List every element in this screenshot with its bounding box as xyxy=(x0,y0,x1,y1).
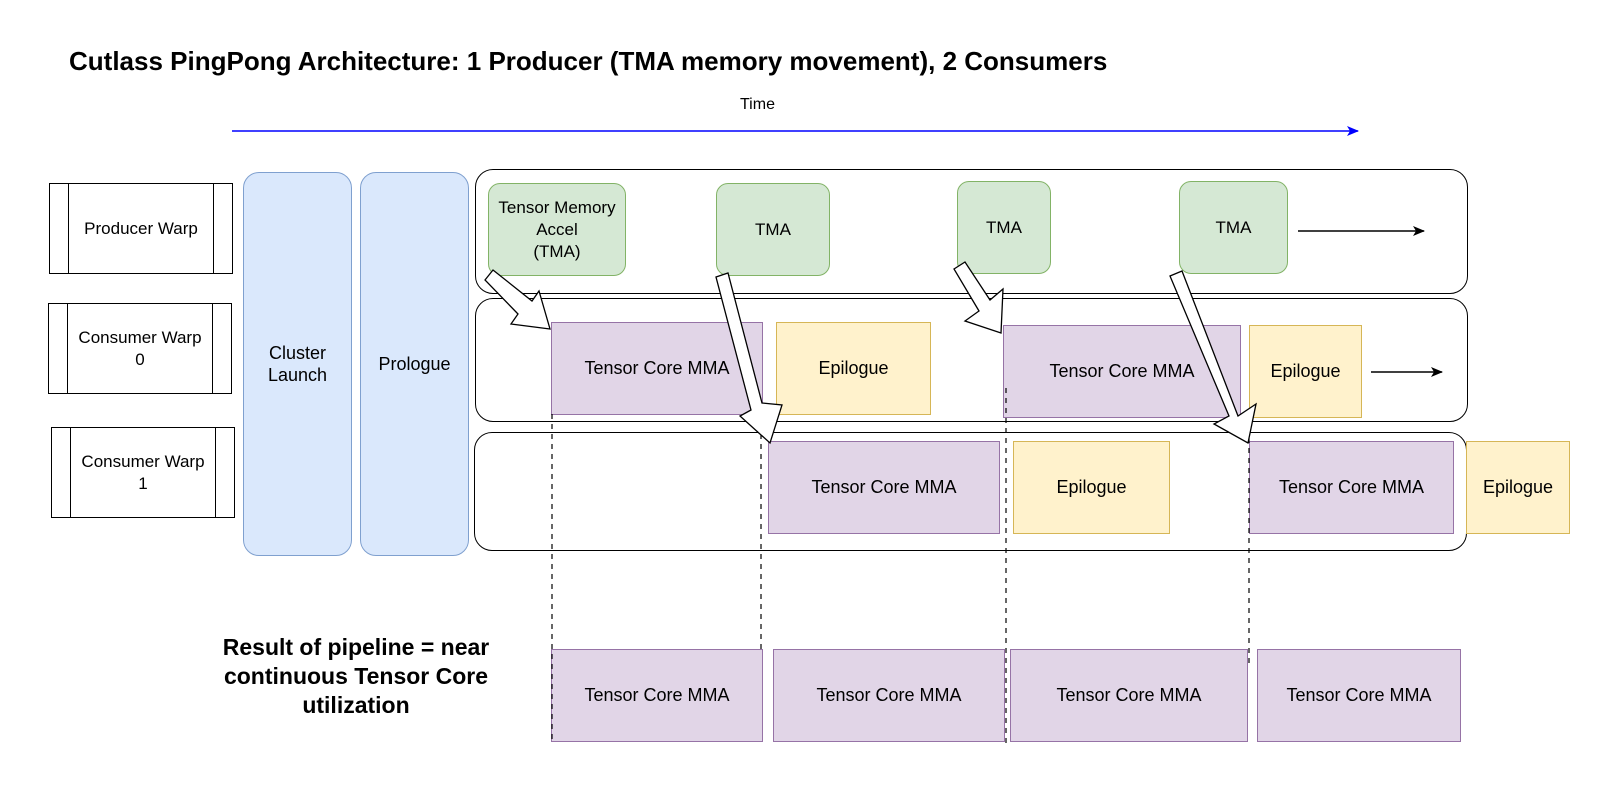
mma-block-label: Tensor Core MMA xyxy=(1049,361,1195,381)
consumer-warp-0-label: Consumer Warp 0 xyxy=(48,303,232,394)
result-mma-block: Tensor Core MMA xyxy=(773,649,1005,742)
diagram-title: Cutlass PingPong Architecture: 1 Produce… xyxy=(69,46,1108,76)
producer-warp-text: Producer Warp xyxy=(84,218,198,238)
tma-block: TMA xyxy=(716,183,830,276)
epilogue-block-label: Epilogue xyxy=(1056,477,1127,497)
prologue-phase: Prologue xyxy=(360,172,469,556)
mma-block-label: Tensor Core MMA xyxy=(816,685,962,705)
epilogue-block-label: Epilogue xyxy=(1482,477,1554,497)
tma-block-label: TMA xyxy=(1215,217,1252,237)
result-mma-block: Tensor Core MMA xyxy=(551,649,763,742)
mma-block-label: Tensor Core MMA xyxy=(584,358,730,378)
tma-block: Tensor Memory Accel (TMA) xyxy=(488,183,626,276)
mma-block: Tensor Core MMA xyxy=(1003,325,1241,418)
result-mma-block: Tensor Core MMA xyxy=(1257,649,1461,742)
epilogue-block: Epilogue xyxy=(776,322,931,415)
epilogue-block: Epilogue xyxy=(1466,441,1570,534)
cluster-launch-phase: Cluster Launch xyxy=(243,172,352,556)
epilogue-block: Epilogue xyxy=(1249,325,1362,418)
tma-block-label: Tensor Memory Accel (TMA) xyxy=(498,197,616,261)
producer-warp-label: Producer Warp xyxy=(49,183,233,274)
result-mma-block: Tensor Core MMA xyxy=(1010,649,1248,742)
result-caption: Result of pipeline = near continuous Ten… xyxy=(222,634,490,718)
mma-block-label: Tensor Core MMA xyxy=(1056,685,1202,705)
mma-block-label: Tensor Core MMA xyxy=(1286,685,1432,705)
cluster-launch-text: Cluster Launch xyxy=(267,343,328,385)
consumer-warp-0-text: Consumer Warp 0 xyxy=(78,327,202,369)
tma-block: TMA xyxy=(957,181,1051,274)
mma-block: Tensor Core MMA xyxy=(1249,441,1454,534)
epilogue-block-label: Epilogue xyxy=(818,358,889,378)
consumer-warp-1-label: Consumer Warp 1 xyxy=(51,427,235,518)
prologue-text: Prologue xyxy=(378,354,451,374)
time-axis-label: Time xyxy=(740,96,775,113)
tma-block-label: TMA xyxy=(755,219,791,239)
mma-block: Tensor Core MMA xyxy=(551,322,763,415)
epilogue-block: Epilogue xyxy=(1013,441,1170,534)
mma-block-label: Tensor Core MMA xyxy=(811,477,957,497)
epilogue-block-label: Epilogue xyxy=(1270,361,1341,381)
mma-block-label: Tensor Core MMA xyxy=(1278,477,1425,497)
tma-block: TMA xyxy=(1179,181,1288,274)
mma-block: Tensor Core MMA xyxy=(768,441,1000,534)
tma-block-label: TMA xyxy=(986,217,1022,237)
mma-block-label: Tensor Core MMA xyxy=(584,685,730,705)
consumer-warp-1-text: Consumer Warp 1 xyxy=(81,451,205,493)
